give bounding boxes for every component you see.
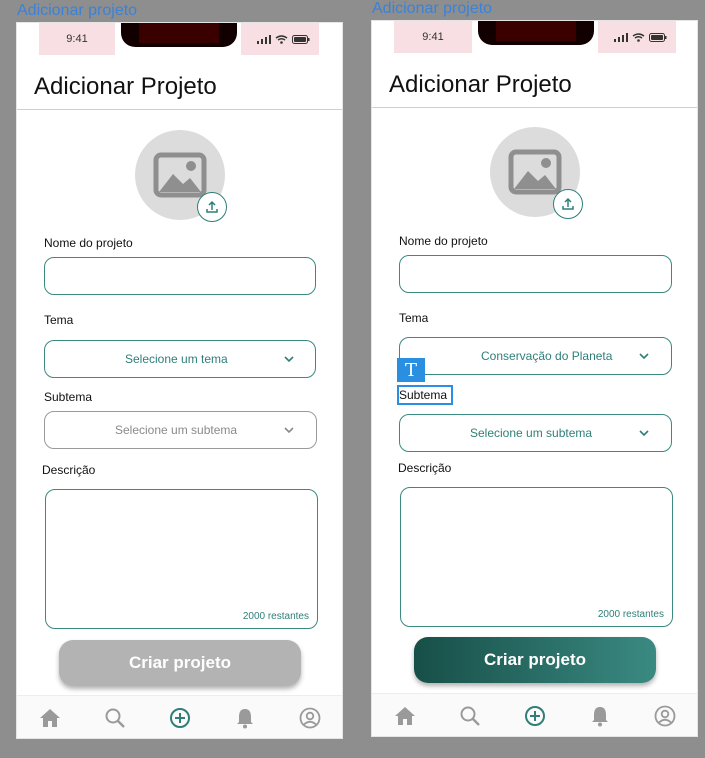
status-time: 9:41 <box>422 31 444 43</box>
name-input[interactable] <box>44 257 316 295</box>
subtheme-label: Subtema <box>399 388 448 402</box>
chevron-down-icon <box>284 427 294 434</box>
theme-label: Tema <box>44 313 74 327</box>
home-icon <box>394 707 415 725</box>
phone-frame-1: 9:41 Adicionar Projeto Nome do projeto T… <box>16 22 343 739</box>
create-project-button[interactable]: Criar projeto <box>59 640 301 686</box>
status-icons <box>614 33 667 42</box>
bottom-navigation <box>372 693 697 736</box>
battery-icon <box>649 33 667 42</box>
theme-select[interactable]: Conservação do Planeta <box>399 337 672 375</box>
nav-notifications[interactable] <box>230 703 260 733</box>
text-tool-icon[interactable]: T <box>397 358 425 382</box>
create-project-button[interactable]: Criar projeto <box>414 637 656 683</box>
nav-add[interactable] <box>520 701 550 731</box>
upload-icon <box>562 197 574 210</box>
theme-label: Tema <box>399 311 429 325</box>
signal-icon <box>257 35 271 44</box>
signal-icon <box>614 33 628 42</box>
upload-button[interactable] <box>553 189 583 219</box>
image-placeholder-icon <box>508 149 562 195</box>
wifi-icon <box>275 35 288 44</box>
subtheme-label: Subtema <box>44 390 93 404</box>
char-counter: 2000 restantes <box>597 609 664 620</box>
frame-label-2: Adicionar projeto <box>372 0 493 17</box>
description-textarea[interactable]: 2000 restantes <box>45 489 318 629</box>
notch <box>121 23 237 47</box>
add-circle-icon <box>524 706 545 726</box>
description-label: Descrição <box>42 463 96 477</box>
home-icon <box>39 709 60 727</box>
subtheme-select[interactable]: Selecione um subtema <box>399 414 672 452</box>
status-icons <box>257 35 310 44</box>
wifi-icon <box>632 33 645 42</box>
char-counter: 2000 restantes <box>242 611 309 622</box>
nav-add[interactable] <box>165 703 195 733</box>
subtheme-value: Selecione um subtema <box>470 426 593 440</box>
status-bar: 9:41 <box>39 23 319 55</box>
nav-home[interactable] <box>35 703 65 733</box>
nav-search[interactable] <box>100 703 130 733</box>
search-icon <box>105 708 125 728</box>
nav-profile[interactable] <box>295 703 325 733</box>
phone-frame-2: 9:41 Adicionar Projeto Nome do projeto T… <box>371 20 698 737</box>
frame-label-1: Adicionar projeto <box>17 2 138 19</box>
search-icon <box>460 706 480 726</box>
page-title: Adicionar Projeto <box>389 71 572 98</box>
notch <box>478 21 594 45</box>
chevron-down-icon <box>639 430 649 437</box>
name-label: Nome do projeto <box>399 234 488 248</box>
subtheme-value: Selecione um subtema <box>115 423 238 437</box>
battery-icon <box>292 35 310 44</box>
nav-notifications[interactable] <box>585 701 615 731</box>
chevron-down-icon <box>639 353 649 360</box>
bell-icon <box>236 709 253 729</box>
name-input[interactable] <box>399 255 672 293</box>
bell-icon <box>591 707 608 727</box>
subtheme-select[interactable]: Selecione um subtema <box>44 411 317 449</box>
description-label: Descrição <box>398 461 452 475</box>
profile-icon <box>299 707 320 729</box>
profile-icon <box>654 705 675 727</box>
status-time: 9:41 <box>66 33 88 45</box>
upload-button[interactable] <box>197 192 227 222</box>
add-circle-icon <box>169 708 190 728</box>
image-placeholder-icon <box>153 152 207 198</box>
description-textarea[interactable]: 2000 restantes <box>400 487 673 627</box>
name-label: Nome do projeto <box>44 236 133 250</box>
nav-search[interactable] <box>455 701 485 731</box>
header-divider <box>17 109 342 110</box>
chevron-down-icon <box>284 356 294 363</box>
upload-icon <box>206 200 218 213</box>
header-divider <box>372 107 697 108</box>
nav-profile[interactable] <box>650 701 680 731</box>
page-title: Adicionar Projeto <box>34 73 217 100</box>
theme-value: Conservação do Planeta <box>481 349 613 363</box>
theme-select[interactable]: Selecione um tema <box>44 340 316 378</box>
status-bar: 9:41 <box>394 21 676 53</box>
nav-home[interactable] <box>390 701 420 731</box>
bottom-navigation <box>17 695 342 738</box>
theme-value: Selecione um tema <box>125 352 228 366</box>
